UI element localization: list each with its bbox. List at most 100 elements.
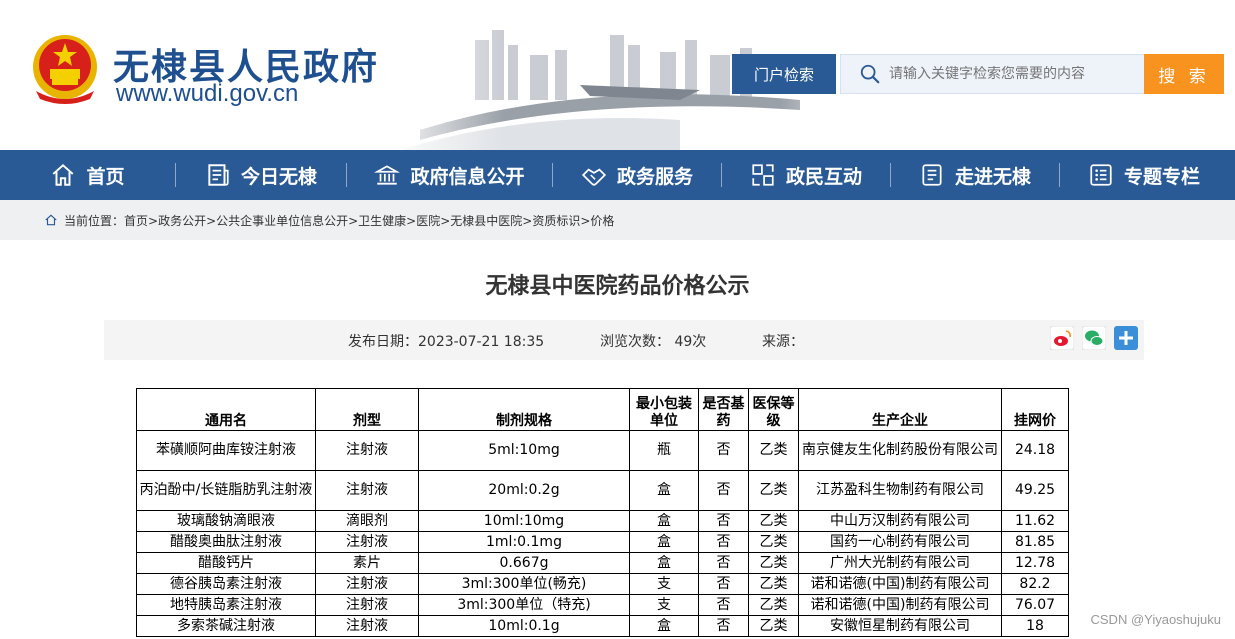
- col-header: 生产企业: [798, 388, 1002, 431]
- nav-label: 今日无棣: [240, 165, 317, 188]
- table-cell: 滴眼剂: [315, 510, 419, 532]
- table-cell: 醋酸钙片: [136, 552, 316, 574]
- nav-item-topics[interactable]: 专题专栏: [1060, 150, 1228, 200]
- nav-item-interaction[interactable]: 政民互动: [722, 150, 890, 200]
- table-cell: 盒: [629, 510, 699, 532]
- wechat-share-icon[interactable]: [1082, 326, 1106, 350]
- table-cell: 49.25: [1001, 470, 1069, 511]
- source-label: 来源：: [762, 334, 804, 350]
- table-cell: 盒: [629, 552, 699, 574]
- table-cell: 乙类: [748, 615, 799, 637]
- nav-label: 政府信息公开: [410, 165, 525, 188]
- table-cell: 安徽恒星制药有限公司: [798, 615, 1002, 637]
- table-row: 苯磺顺阿曲库铵注射液 注射液 5ml:10mg 瓶否乙类 南京健友生化制药股份有限公司 2…: [136, 430, 1069, 471]
- nav-label: 政务服务: [616, 165, 693, 188]
- page-title: 无棣县中医院药品价格公示: [485, 274, 750, 299]
- table-cell: 否: [698, 573, 749, 595]
- price-table: 通用名 剂型 制剂规格 最小包装单位 是否基药 医保等级 生产企业 挂网价 苯磺…: [136, 388, 1069, 637]
- table-cell: 81.85: [1001, 531, 1069, 553]
- table-cell: 盒: [629, 615, 699, 637]
- view-count: 浏览次数： 49次: [600, 334, 707, 350]
- table-cell: 否: [698, 594, 749, 616]
- table-cell: 德谷胰岛素注射液: [136, 573, 316, 595]
- table-cell: 注射液: [315, 531, 419, 553]
- table-cell: 12.78: [1001, 552, 1069, 574]
- table-cell: 否: [698, 470, 749, 511]
- site-url[interactable]: www.wudi.gov.cn: [116, 80, 298, 108]
- table-cell: 乙类: [748, 510, 799, 532]
- table-cell: 10ml:10mg: [418, 510, 630, 532]
- table-cell: 3ml:300单位（特充): [418, 594, 630, 616]
- table-cell: 支: [629, 573, 699, 595]
- table-cell: 支: [629, 594, 699, 616]
- table-cell: 乙类: [748, 552, 799, 574]
- col-header: 医保等级: [748, 388, 799, 431]
- table-cell: 多索茶碱注射液: [136, 615, 316, 637]
- interaction-icon: [752, 164, 774, 186]
- nav-label: 走进无棣: [954, 165, 1031, 188]
- nav-item-today[interactable]: 今日无棣: [176, 150, 346, 200]
- table-cell: 乙类: [748, 531, 799, 553]
- table-cell: 诺和诺德(中国)制药有限公司: [798, 573, 1002, 595]
- table-cell: 3ml:300单位(畅充): [418, 573, 630, 595]
- search-button[interactable]: 搜 索: [1144, 54, 1224, 94]
- table-row: 多索茶碱注射液 注射液 10ml:0.1g 盒否乙类 安徽恒星制药有限公司 18: [136, 615, 1069, 637]
- newspaper-icon: [208, 164, 229, 186]
- nav-item-about[interactable]: 走进无棣: [891, 150, 1059, 200]
- nav-item-home[interactable]: 首页: [0, 150, 175, 200]
- nav-item-services[interactable]: 政务服务: [553, 150, 721, 200]
- portal-search-label[interactable]: 门户检索: [732, 54, 836, 94]
- table-row: 地特胰岛素注射液 注射液 3ml:300单位（特充) 支否乙类 诺和诺德(中国)制药有限…: [136, 594, 1069, 616]
- col-header: 挂网价: [1001, 388, 1069, 431]
- table-cell: 瓶: [629, 430, 699, 471]
- col-header: 制剂规格: [418, 388, 630, 431]
- table-cell: 广州大光制药有限公司: [798, 552, 1002, 574]
- table-row: 丙泊酚中/长链脂肪乳注射液 注射液 20ml:0.2g 盒否乙类 江苏盈科生物制药有限公…: [136, 470, 1069, 511]
- government-building-icon: [374, 165, 401, 185]
- table-cell: 注射液: [315, 573, 419, 595]
- nav-label: 政民互动: [785, 165, 862, 188]
- table-cell: 注射液: [315, 470, 419, 511]
- col-header: 是否基药: [698, 388, 749, 431]
- table-cell: 江苏盈科生物制药有限公司: [798, 470, 1002, 511]
- document-icon: [922, 164, 942, 186]
- table-cell: 中山万汉制药有限公司: [798, 510, 1002, 532]
- table-cell: 苯磺顺阿曲库铵注射液: [136, 430, 316, 471]
- search-box: [840, 54, 1145, 94]
- table-row: 醋酸钙片 素片 0.667g 盒否乙类 广州大光制药有限公司 12.78: [136, 552, 1069, 574]
- handshake-icon: [581, 168, 607, 186]
- nav-item-gov-info[interactable]: 政府信息公开: [347, 150, 552, 200]
- nav-label: 专题专栏: [1123, 165, 1200, 188]
- table-cell: 盒: [629, 531, 699, 553]
- site-header: 无棣县人民政府 www.wudi.gov.cn 门户检索 搜 索: [0, 0, 1235, 150]
- table-cell: 否: [698, 552, 749, 574]
- col-header: 最小包装单位: [629, 388, 699, 431]
- nav-label: 首页: [86, 165, 125, 188]
- table-cell: 诺和诺德(中国)制药有限公司: [798, 594, 1002, 616]
- table-cell: 丙泊酚中/长链脂肪乳注射液: [136, 470, 316, 511]
- table-cell: 国药一心制药有限公司: [798, 531, 1002, 553]
- table-cell: 玻璃酸钠滴眼液: [136, 510, 316, 532]
- table-cell: 盒: [629, 470, 699, 511]
- table-cell: 乙类: [748, 470, 799, 511]
- more-share-icon[interactable]: [1114, 326, 1138, 350]
- col-header: 通用名: [136, 388, 316, 431]
- home-icon: [45, 214, 57, 226]
- table-cell: 76.07: [1001, 594, 1069, 616]
- national-emblem-logo: [33, 35, 97, 104]
- table-cell: 注射液: [315, 430, 419, 471]
- breadcrumb-path[interactable]: 首页>政务公开>公共企事业单位信息公开>卫生健康>医院>无棣县中医院>资质标识>…: [124, 212, 614, 229]
- table-cell: 乙类: [748, 594, 799, 616]
- table-cell: 82.2: [1001, 573, 1069, 595]
- table-cell: 10ml:0.1g: [418, 615, 630, 637]
- table-row: 德谷胰岛素注射液 注射液 3ml:300单位(畅充) 支否乙类 诺和诺德(中国)制药有限…: [136, 573, 1069, 595]
- search-input[interactable]: [889, 66, 1139, 82]
- watermark: CSDN @Yiyaoshujuku: [1090, 612, 1222, 627]
- table-cell: 注射液: [315, 594, 419, 616]
- search-icon: [860, 64, 880, 84]
- weibo-share-icon[interactable]: [1050, 326, 1074, 350]
- main-nav: 首页 今日无棣 政府信息公开 政务服务 政民互动 走进无棣 专题专栏: [0, 150, 1235, 200]
- table-cell: 20ml:0.2g: [418, 470, 630, 511]
- table-cell: 5ml:10mg: [418, 430, 630, 471]
- list-icon: [1090, 164, 1112, 186]
